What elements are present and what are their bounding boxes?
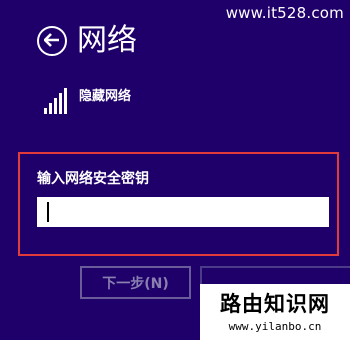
next-button[interactable]: 下一步(N) (80, 266, 191, 299)
watermark-bottom: 路由知识网 www.yilanbo.cn (200, 284, 350, 340)
security-key-input[interactable] (37, 197, 329, 227)
network-item: 隐藏网络 (44, 88, 131, 114)
page-title: 网络 (77, 23, 137, 58)
security-key-label: 输入网络安全密钥 (37, 171, 149, 187)
watermark-title: 路由知识网 (220, 291, 330, 316)
signal-strength-icon (44, 88, 67, 114)
watermark-url: www.yilanbo.cn (228, 320, 322, 333)
back-arrow-icon (43, 32, 60, 51)
header: 网络 (37, 24, 137, 58)
text-caret (47, 202, 49, 222)
watermark-top: www.it528.com (225, 4, 344, 22)
network-name: 隐藏网络 (79, 89, 132, 104)
back-button[interactable] (37, 26, 67, 56)
